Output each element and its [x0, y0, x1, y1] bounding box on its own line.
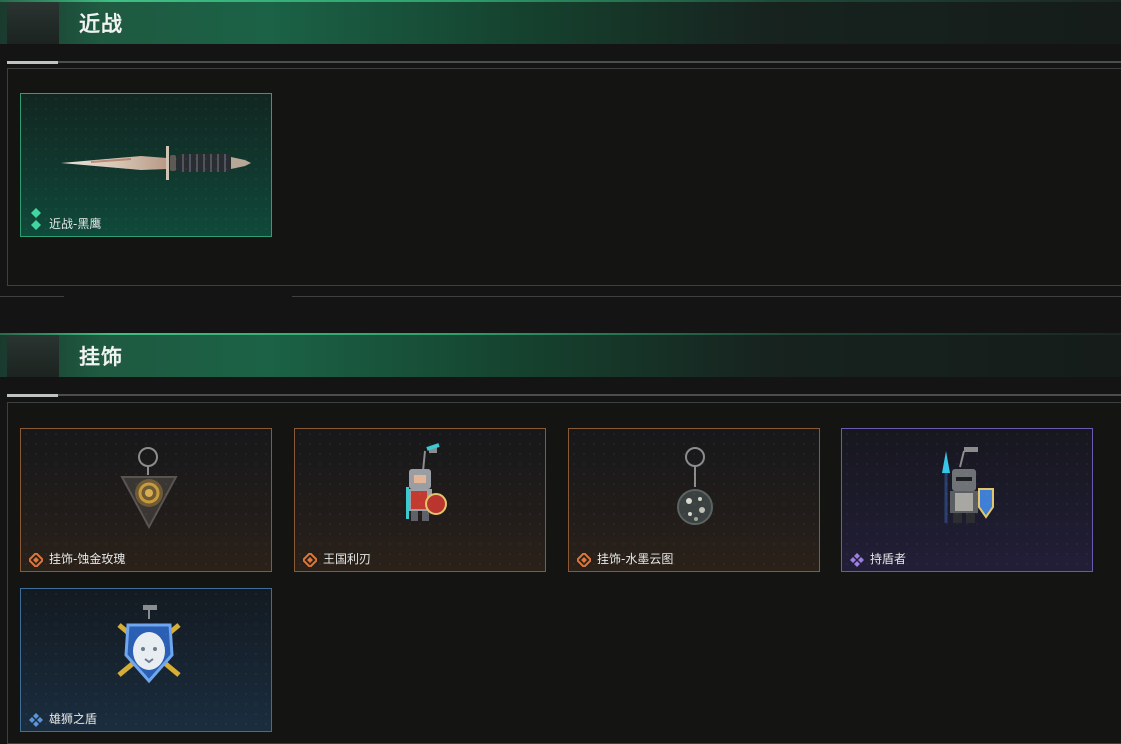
item-label: 持盾者 [870, 552, 907, 566]
orange-rarity-icon [29, 553, 43, 567]
section-divider [7, 61, 1121, 64]
section-title: 挂饰 [79, 345, 123, 369]
item-label: 王国利刃 [323, 552, 372, 566]
section-tab-marker [7, 2, 59, 44]
orange-rarity-icon [577, 553, 591, 567]
item-label: 挂饰-蚀金玫瑰 [49, 552, 126, 566]
section-tab-marker [7, 335, 59, 377]
item-card[interactable]: 雄狮之盾 [20, 588, 272, 732]
section-header-melee: 近战 [0, 0, 1121, 44]
divider-fragment [0, 296, 64, 297]
orange-rarity-icon [303, 553, 317, 567]
item-card[interactable]: 挂饰-水墨云图 [568, 428, 820, 572]
section-header-charms: 挂饰 [0, 333, 1121, 377]
knight-charm-icon [406, 443, 447, 521]
shield-bearer-charm-icon [942, 447, 994, 523]
charms-panel: 挂饰-蚀金玫瑰 王国利刃 挂饰-水墨云图 持盾者 雄狮之盾 [7, 402, 1121, 744]
sphere-charm-icon [677, 447, 713, 525]
blue-rarity-icon [29, 713, 43, 727]
melee-panel: 近战-黑鹰 [7, 68, 1121, 286]
item-card[interactable]: 持盾者 [841, 428, 1093, 572]
item-label: 挂饰-水墨云图 [597, 552, 674, 566]
lion-shield-charm-icon [117, 605, 181, 684]
purple-rarity-icon [850, 553, 864, 567]
item-card[interactable]: 挂饰-蚀金玫瑰 [20, 428, 272, 572]
divider-fragment [292, 296, 1121, 297]
section-divider [7, 394, 1121, 397]
item-label: 近战-黑鹰 [49, 217, 102, 231]
combat-knife-icon [61, 146, 251, 180]
rose-charm-icon [120, 447, 178, 530]
green-rarity-icon [31, 208, 41, 230]
item-label: 雄狮之盾 [49, 712, 98, 726]
section-title: 近战 [79, 12, 123, 36]
item-card[interactable]: 王国利刃 [294, 428, 546, 572]
item-card[interactable]: 近战-黑鹰 [20, 93, 272, 237]
